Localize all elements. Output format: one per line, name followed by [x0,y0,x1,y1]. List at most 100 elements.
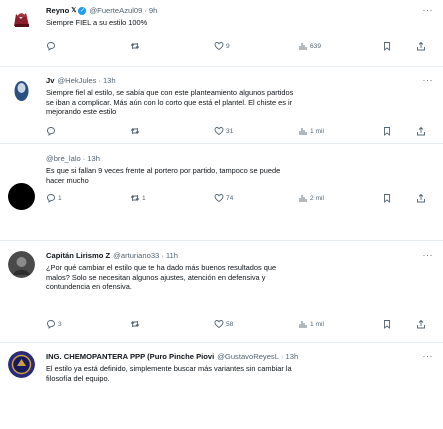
views-icon [299,43,307,50]
tweet-header: Reyno 𝕏 ✓ @FuerteAzul09 · 9h [46,6,433,16]
author-name[interactable]: Reyno [46,6,69,16]
views-icon [299,128,307,135]
bookmark-button[interactable] [382,319,392,329]
views-count: 1 mil [310,320,324,328]
verified-icon: ✓ [78,7,87,15]
action-bar: 31 1 mil [46,126,436,138]
separator-dot: · [161,251,164,260]
tweet[interactable]: Jv @HekJules · 13h ··· Siempre fiel al e… [0,67,443,142]
tweet-text: Siempre fiel al estilo, se sabía que con… [46,88,294,117]
like-button[interactable]: 31 [214,126,233,136]
timestamp[interactable]: 11h [166,251,178,261]
x-badge: 𝕏 [71,7,77,14]
reply-icon [47,320,55,329]
author-name[interactable]: Jv [46,76,54,86]
views-icon [299,195,307,202]
share-icon [417,319,425,329]
reply-count: 3 [58,320,62,328]
like-count: 9 [226,42,230,50]
bookmark-button[interactable] [382,126,392,136]
like-button[interactable]: 9 [214,41,230,51]
share-button[interactable] [416,319,426,329]
views-button[interactable]: 1 mil [298,126,324,136]
views-button[interactable]: 1 mil [298,319,324,329]
retweet-icon [130,127,140,135]
author-handle[interactable]: @HekJules [57,76,96,86]
tweet[interactable]: Reyno 𝕏 ✓ @FuerteAzul09 · 9h ··· Siempre… [0,0,443,58]
timestamp[interactable]: 13h [87,154,100,164]
reply-button[interactable]: 3 [46,319,62,329]
tweet-header: @bre_lalo · 13h [46,154,433,164]
separator-dot: · [144,6,147,15]
timestamp[interactable]: 13h [286,352,299,362]
tweet-header: ING. CHEMOPANTERA PPP (Puro Pinche Piovi… [46,352,433,362]
views-count: 1 mil [310,127,324,135]
avatar[interactable] [8,77,35,104]
retweet-button[interactable] [130,319,142,329]
retweet-icon [130,320,140,328]
avatar[interactable] [8,251,35,278]
author-handle[interactable]: @bre_lalo [46,154,81,164]
separator-dot: · [280,352,284,361]
author-name[interactable]: ING. CHEMOPANTERA PPP (Puro Pinche Piovi [46,352,214,362]
retweet-icon [130,194,140,202]
views-count: 639 [310,42,322,50]
tweet[interactable]: ING. CHEMOPANTERA PPP (Puro Pinche Piovi… [0,343,443,429]
share-button[interactable] [416,193,426,203]
views-icon [299,321,307,328]
tweet-text: El estilo ya está definido, simplemente … [46,364,292,383]
tweet-text: ¿Por qué cambiar el estilo que te ha dad… [46,263,277,292]
tweet[interactable]: Capitán Lirismo Z @arturiano33 · 11h ···… [0,241,443,342]
like-button[interactable]: 58 [214,319,233,329]
bookmark-button[interactable] [382,193,392,203]
author-handle[interactable]: @GustavoReyesL [217,352,279,362]
bookmark-icon [384,194,390,203]
tweet-header: Capitán Lirismo Z @arturiano33 · 11h [46,251,433,261]
bookmark-icon [384,127,390,136]
separator-dot: · [82,154,86,163]
retweet-button[interactable] [130,126,142,136]
like-button[interactable]: 74 [214,193,233,203]
tweet[interactable]: @bre_lalo · 13h Es que si fallan 9 veces… [0,144,443,240]
timestamp[interactable]: 13h [103,76,116,86]
separator-dot: · [98,76,101,85]
author-handle[interactable]: @arturiano33 [113,251,159,261]
action-bar: 3 58 1 mil [46,319,436,331]
avatar[interactable] [8,6,35,33]
like-count: 31 [226,127,234,135]
timestamp[interactable]: 9h [149,6,157,16]
more-icon[interactable]: ··· [423,76,434,85]
reply-button[interactable] [46,41,58,51]
more-icon[interactable]: ··· [423,251,434,260]
heart-icon [214,42,224,51]
heart-icon [214,127,224,136]
share-icon [417,193,425,203]
author-handle[interactable]: @FuerteAzul09 [89,6,142,16]
views-button[interactable]: 639 [298,41,321,51]
bookmark-button[interactable] [382,41,392,51]
tweet-text: Siempre FIEL a su estilo 100% [46,18,148,27]
avatar[interactable] [8,183,35,210]
retweet-button[interactable]: 1 [130,193,146,203]
action-bar: 1 1 74 2 mil [46,193,436,205]
more-icon[interactable]: ··· [423,352,434,361]
share-button[interactable] [416,41,426,51]
action-bar: 9 639 [46,41,436,53]
heart-icon [214,320,224,329]
author-name[interactable]: Capitán Lirismo Z [46,251,110,261]
share-button[interactable] [416,126,426,136]
reply-icon [47,42,55,51]
like-count: 58 [226,320,234,328]
views-button[interactable]: 2 mil [298,193,324,203]
reply-count: 1 [58,194,62,202]
avatar[interactable] [8,351,35,378]
share-icon [417,41,425,51]
heart-icon [214,194,224,203]
tweet-header: Jv @HekJules · 13h [46,76,433,86]
reply-button[interactable]: 1 [46,193,62,203]
retweet-count: 1 [142,194,146,202]
retweet-button[interactable] [130,41,142,51]
more-icon[interactable]: ··· [423,6,434,15]
reply-button[interactable] [46,126,58,136]
retweet-icon [130,42,140,50]
